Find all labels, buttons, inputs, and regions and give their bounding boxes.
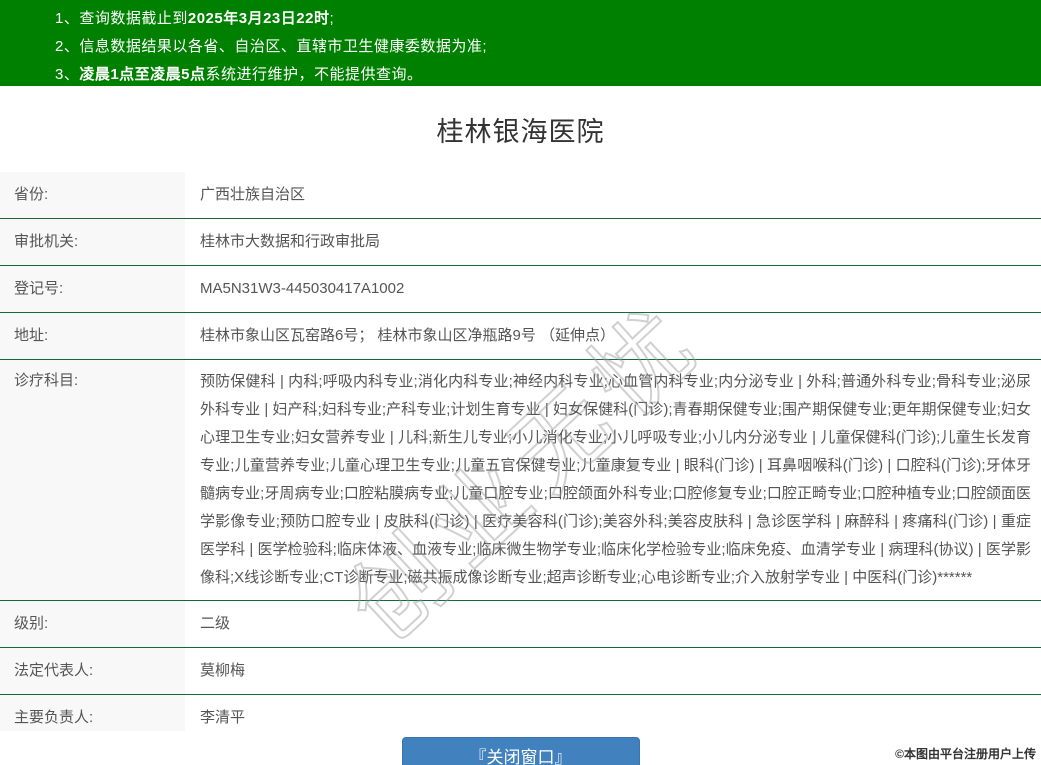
table-row-departments: 诊疗科目: 预防保健科 | 内科;呼吸内科专业;消化内科专业;神经内科专业;心血… [0,360,1041,601]
notice-number: 3、 [55,66,79,83]
row-label: 审批机关: [0,219,185,266]
notice-bold-text: 凌晨1点至凌晨5点 [79,66,205,83]
close-window-button[interactable]: 『关闭窗口』 [402,737,640,765]
table-row-address: 地址: 桂林市象山区瓦窑路6号； 桂林市象山区净瓶路9号 （延伸点） [0,313,1041,360]
row-label: 诊疗科目: [0,360,185,601]
row-value: 桂林市象山区瓦窑路6号； 桂林市象山区净瓶路9号 （延伸点） [185,313,1041,360]
page: 1、查询数据截止到2025年3月23日22时; 2、信息数据结果以各省、自治区、… [0,0,1041,765]
table-row-province: 省份: 广西壮族自治区 [0,172,1041,219]
notice-number: 1、 [55,10,79,27]
notice-text: 系统进行维护，不能提供查询。 [206,66,423,83]
notice-bold-text: 2025年3月23日22时 [188,10,330,27]
row-label: 省份: [0,172,185,219]
table-row-legal-representative: 法定代表人: 莫柳梅 [0,648,1041,695]
row-value: 二级 [185,601,1041,648]
notice-line-3: 3、凌晨1点至凌晨5点系统进行维护，不能提供查询。 [55,61,1031,89]
notice-line-2: 2、信息数据结果以各省、自治区、直辖市卫生健康委数据为准; [55,33,1031,61]
row-label: 法定代表人: [0,648,185,695]
info-table: 省份: 广西壮族自治区 审批机关: 桂林市大数据和行政审批局 登记号: MA5N… [0,172,1041,742]
attribution-text: ©本图由平台注册用户上传 [895,745,1036,762]
notice-line-1: 1、查询数据截止到2025年3月23日22时; [55,5,1031,33]
notice-text: 信息数据结果以各省、自治区、直辖市卫生健康委数据为准; [79,38,487,55]
row-value: 广西壮族自治区 [185,172,1041,219]
notice-bar: 1、查询数据截止到2025年3月23日22时; 2、信息数据结果以各省、自治区、… [0,0,1041,86]
table-row-level: 级别: 二级 [0,601,1041,648]
notice-text: ; [329,10,334,27]
table-row-registration-number: 登记号: MA5N31W3-445030417A1002 [0,266,1041,313]
row-label: 级别: [0,601,185,648]
row-label: 地址: [0,313,185,360]
title-wrap: 桂林银海医院 [0,86,1041,172]
row-value: 桂林市大数据和行政审批局 [185,219,1041,266]
notice-number: 2、 [55,38,79,55]
row-value: 莫柳梅 [185,648,1041,695]
page-title: 桂林银海医院 [437,110,605,149]
footer-bar: 『关闭窗口』 ©本图由平台注册用户上传 [0,731,1041,765]
row-value: 预防保健科 | 内科;呼吸内科专业;消化内科专业;神经内科专业;心血管内科专业;… [185,360,1041,601]
row-label: 登记号: [0,266,185,313]
row-value: MA5N31W3-445030417A1002 [185,266,1041,313]
notice-text: 查询数据截止到 [79,10,188,27]
table-row-approval-authority: 审批机关: 桂林市大数据和行政审批局 [0,219,1041,266]
